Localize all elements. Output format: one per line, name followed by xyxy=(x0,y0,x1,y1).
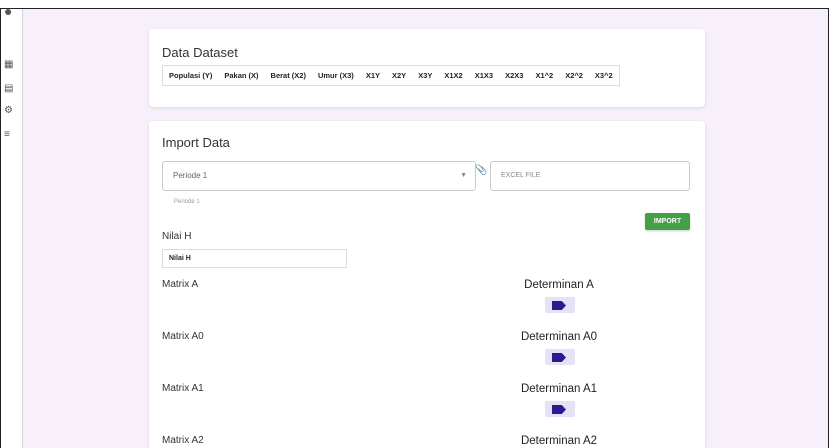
column-header[interactable]: X2^2 xyxy=(559,65,589,86)
excel-file-input[interactable]: EXCEL FILE xyxy=(490,161,690,191)
column-header[interactable]: Populasi (Y) xyxy=(162,65,219,86)
table-icon[interactable]: ▦ xyxy=(4,59,16,71)
determinan-a-button[interactable] xyxy=(545,297,575,313)
column-header[interactable]: Umur (X3) xyxy=(311,65,360,86)
periode-select[interactable]: Periode 1 ▼ xyxy=(162,161,476,191)
import-card: Import Data Periode 1 ▼ 📎 EXCEL FILE Per… xyxy=(149,121,705,448)
file-placeholder: EXCEL FILE xyxy=(501,172,541,179)
column-header[interactable]: X3^2 xyxy=(588,65,620,86)
matrix-a-label: Matrix A xyxy=(162,279,199,290)
paperclip-icon[interactable]: 📎 xyxy=(475,165,487,176)
gear-icon[interactable]: ⚙ xyxy=(4,105,16,117)
column-header[interactable]: X2X3 xyxy=(499,65,530,86)
column-header[interactable]: X1X2 xyxy=(438,65,469,86)
nilai-h-input[interactable]: Nilai H xyxy=(162,249,347,268)
column-header[interactable]: X3Y xyxy=(412,65,439,86)
column-header[interactable]: Berat (X2) xyxy=(264,65,312,86)
chevron-down-icon[interactable]: ▼ xyxy=(460,172,467,179)
determinan-a1-button[interactable] xyxy=(545,401,575,417)
determinan-a0-title: Determinan A0 xyxy=(520,331,598,343)
determinan-a2-title: Determinan A2 xyxy=(520,435,598,447)
nilai-h-label: Nilai H xyxy=(162,231,192,242)
column-header[interactable]: Pakan (X) xyxy=(218,65,265,86)
periode-value: Periode 1 xyxy=(173,171,208,180)
user-icon[interactable]: ● xyxy=(4,4,16,18)
matrix-a1-label: Matrix A1 xyxy=(162,383,204,394)
determinan-a-title: Determinan A xyxy=(524,279,594,291)
column-header[interactable]: X1Y xyxy=(359,65,386,86)
document-icon[interactable]: ▤ xyxy=(4,83,16,95)
determinan-a0-button[interactable] xyxy=(545,349,575,365)
tag-icon xyxy=(552,353,566,362)
sidebar: ● ▦ ▤ ⚙ ≡ xyxy=(1,4,23,448)
matrix-a0-label: Matrix A0 xyxy=(162,331,204,342)
dataset-table: Populasi (Y) Pakan (X) Berat (X2) Umur (… xyxy=(162,65,620,86)
column-header[interactable]: X2Y xyxy=(386,65,413,86)
periode-hint: Periode 1 xyxy=(174,199,200,205)
column-header[interactable]: X1^2 xyxy=(529,65,560,86)
import-title: Import Data xyxy=(162,135,230,150)
dataset-card: Data Dataset Populasi (Y) Pakan (X) Bera… xyxy=(149,29,705,107)
app-frame: ● ▦ ▤ ⚙ ≡ Data Dataset Populasi (Y) Paka… xyxy=(0,4,829,448)
tag-icon xyxy=(552,301,566,310)
dataset-header-row: Populasi (Y) Pakan (X) Berat (X2) Umur (… xyxy=(162,65,620,86)
matrix-a2-label: Matrix A2 xyxy=(162,435,204,446)
tag-icon xyxy=(552,405,566,414)
column-header[interactable]: X1X3 xyxy=(468,65,500,86)
dataset-title: Data Dataset xyxy=(162,45,238,60)
import-button[interactable]: IMPORT xyxy=(645,213,690,230)
code-icon[interactable]: ≡ xyxy=(4,129,16,141)
determinan-a1-title: Determinan A1 xyxy=(520,383,598,395)
